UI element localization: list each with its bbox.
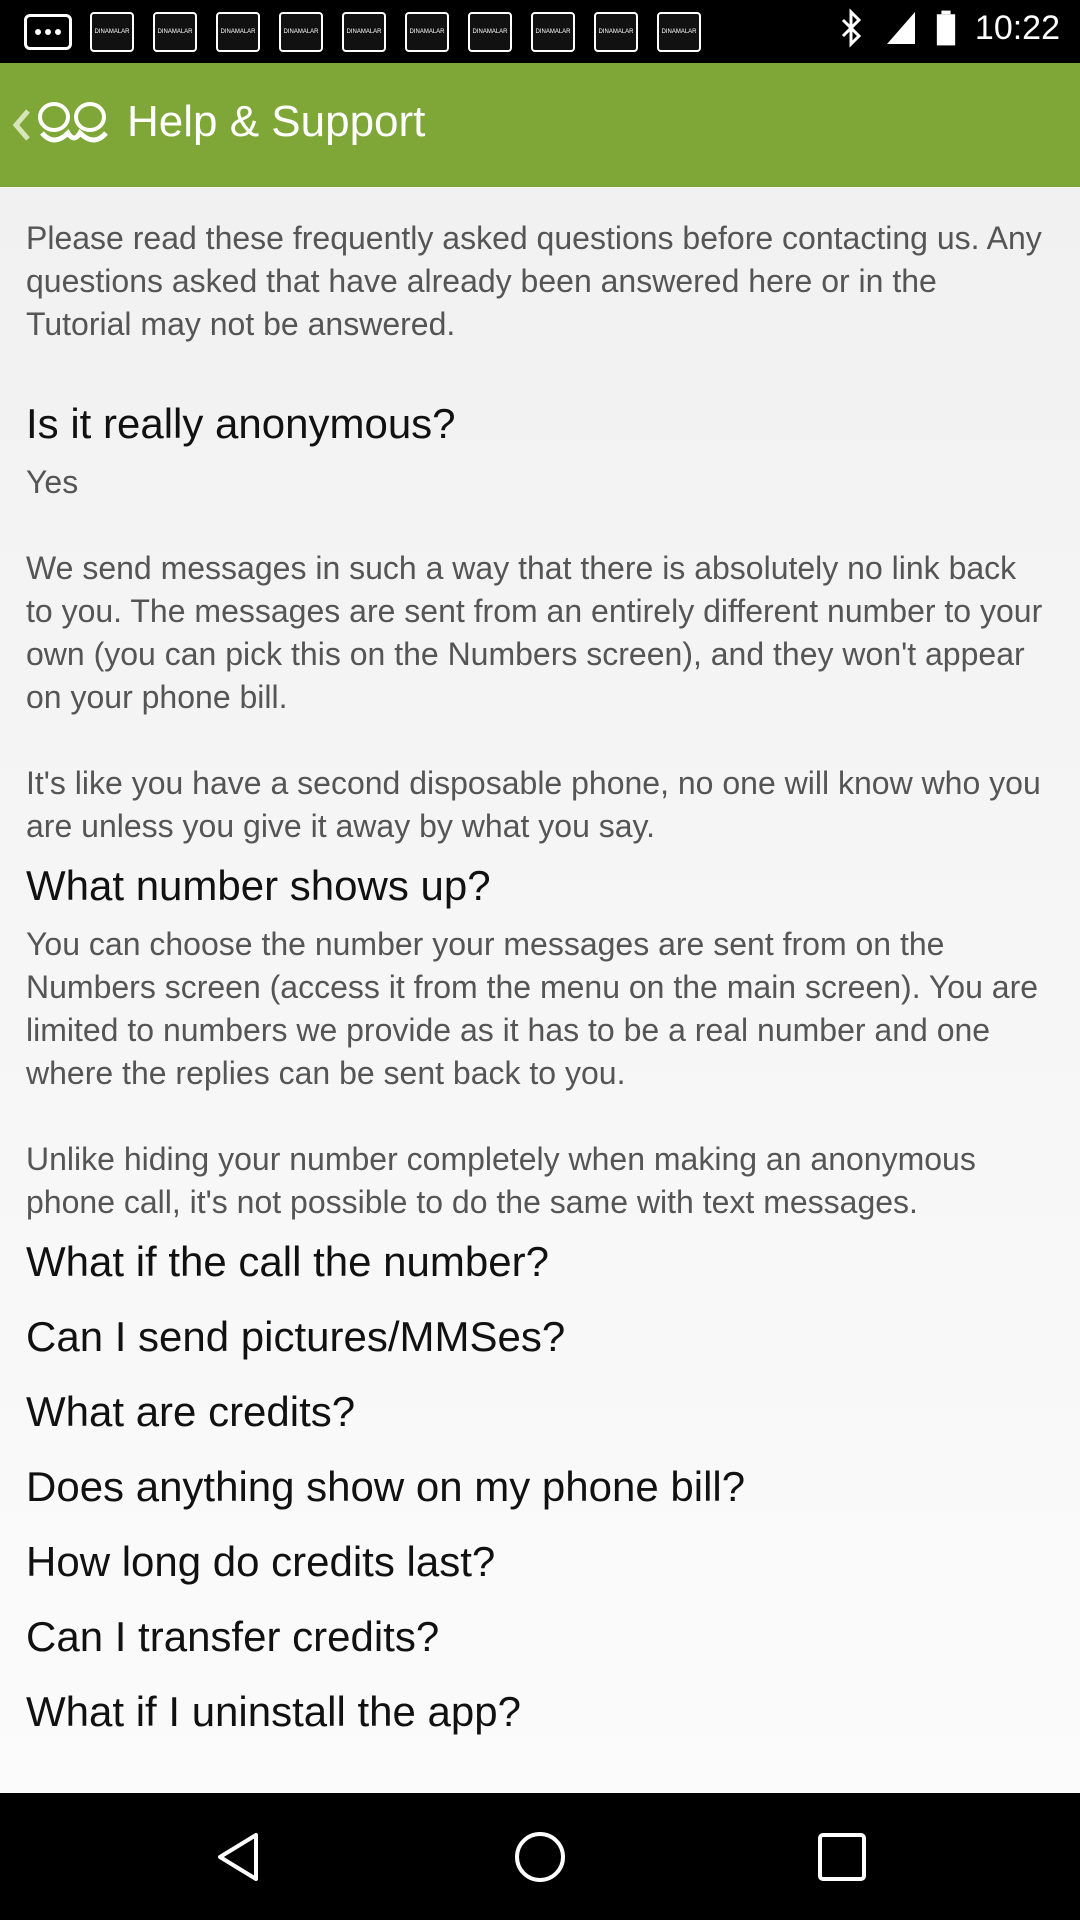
notification-icon: DINAMALAR (531, 12, 575, 52)
bluetooth-icon (841, 8, 862, 48)
faq-question[interactable]: Can I send pictures/MMSes? (0, 1299, 1080, 1374)
faq-answer: Yes We send messages in such a way that … (26, 464, 1043, 844)
nav-recent-apps-icon[interactable] (814, 1829, 870, 1885)
app-logo-icon[interactable] (34, 99, 114, 151)
intro-text: Please read these frequently asked quest… (26, 220, 1051, 342)
faq-question[interactable]: Can I transfer credits? (0, 1599, 1080, 1674)
faq-question[interactable]: What are credits? (0, 1374, 1080, 1449)
signal-icon (886, 12, 915, 44)
faq-answer: You can choose the number your messages … (26, 926, 1039, 1220)
notification-icon: DINAMALAR (405, 12, 449, 52)
notification-icon: DINAMALAR (153, 12, 197, 52)
navigation-bar (0, 1793, 1080, 1920)
back-arrow-icon[interactable] (10, 103, 32, 147)
system-icons: 10:22 (835, 8, 1060, 48)
clock: 10:22 (974, 8, 1060, 47)
nav-home-icon[interactable] (512, 1829, 568, 1885)
faq-question[interactable]: What if the call the number? (0, 1224, 1080, 1299)
faq-content[interactable]: Please read these frequently asked quest… (0, 187, 1080, 1793)
battery-icon (936, 10, 956, 46)
notification-icon: DINAMALAR (216, 12, 260, 52)
faq-question[interactable]: Is it really anonymous? (0, 386, 1080, 461)
status-bar: DINAMALAR DINAMALAR DINAMALAR DINAMALAR … (0, 0, 1080, 63)
nav-back-icon[interactable] (212, 1829, 268, 1885)
faq-question[interactable]: Does anything show on my phone bill? (0, 1449, 1080, 1524)
faq-question[interactable]: What if I uninstall the app? (0, 1674, 1080, 1749)
notification-icon: DINAMALAR (279, 12, 323, 52)
more-notifications-icon (24, 14, 72, 50)
page-title: Help & Support (127, 97, 426, 146)
notification-icon: DINAMALAR (657, 12, 701, 52)
faq-question[interactable]: What number shows up? (0, 848, 1080, 923)
app-bar: Help & Support (0, 63, 1080, 187)
notification-icon: DINAMALAR (594, 12, 638, 52)
notification-area: DINAMALAR DINAMALAR DINAMALAR DINAMALAR … (24, 12, 720, 52)
notification-icon: DINAMALAR (468, 12, 512, 52)
faq-question[interactable]: How long do credits last? (0, 1524, 1080, 1599)
notification-icon: DINAMALAR (90, 12, 134, 52)
notification-icon: DINAMALAR (342, 12, 386, 52)
